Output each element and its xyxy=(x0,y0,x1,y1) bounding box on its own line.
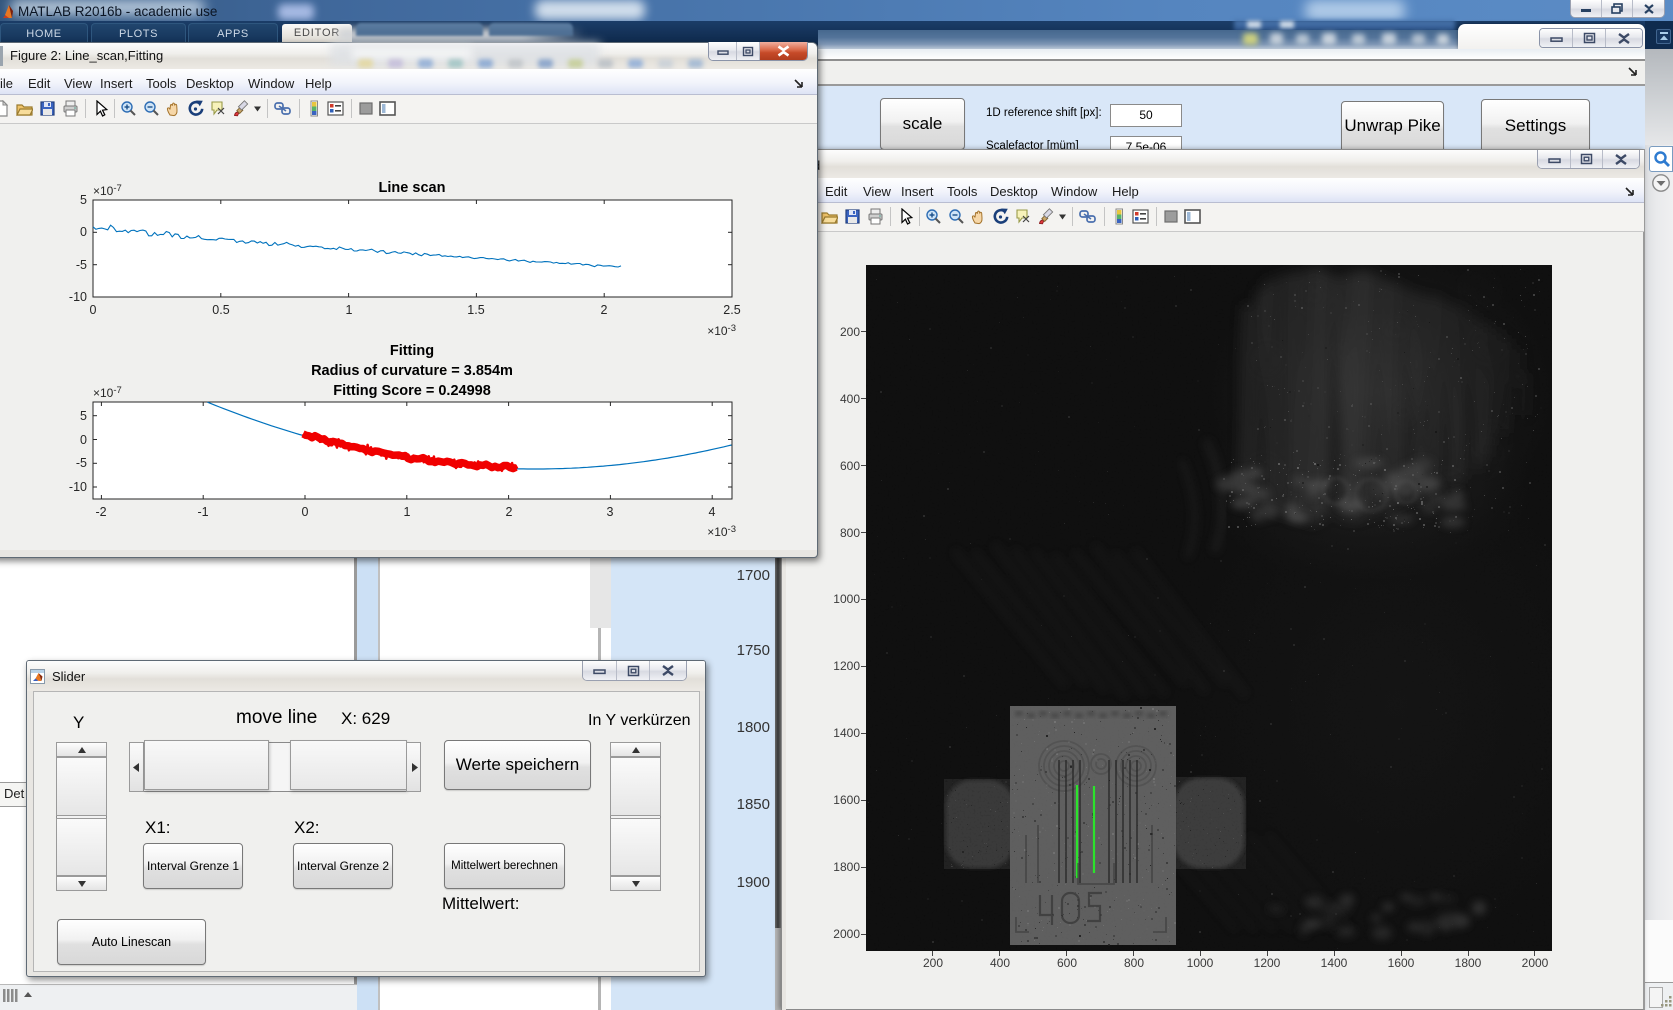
svg-text:0: 0 xyxy=(90,303,97,317)
svg-text:5: 5 xyxy=(80,193,87,207)
svg-text:-10: -10 xyxy=(69,480,87,494)
svg-text:Fitting Score = 0.24998: Fitting Score = 0.24998 xyxy=(333,383,491,399)
svg-text:3: 3 xyxy=(607,505,614,519)
svg-text:Radius of curvature = 3.854m: Radius of curvature = 3.854m xyxy=(311,363,513,379)
svg-text:0: 0 xyxy=(80,225,87,239)
svg-text:2: 2 xyxy=(506,505,513,519)
svg-text:0: 0 xyxy=(302,505,309,519)
svg-text:5: 5 xyxy=(80,409,87,423)
svg-text:-1: -1 xyxy=(197,505,208,519)
svg-text:×10-7: ×10-7 xyxy=(93,183,122,198)
svg-text:Fitting: Fitting xyxy=(390,343,434,359)
svg-text:Line scan: Line scan xyxy=(379,180,446,196)
svg-text:2: 2 xyxy=(601,303,608,317)
svg-text:0.5: 0.5 xyxy=(212,303,229,317)
svg-text:0: 0 xyxy=(80,433,87,447)
svg-text:-10: -10 xyxy=(69,290,87,304)
svg-text:1: 1 xyxy=(404,505,411,519)
svg-text:-5: -5 xyxy=(76,456,87,470)
svg-text:2.5: 2.5 xyxy=(723,303,740,317)
svg-text:4: 4 xyxy=(709,505,716,519)
svg-text:1.5: 1.5 xyxy=(467,303,484,317)
svg-text:×10-3: ×10-3 xyxy=(707,323,736,338)
svg-text:×10-7: ×10-7 xyxy=(93,385,122,400)
svg-text:-2: -2 xyxy=(95,505,106,519)
svg-text:1: 1 xyxy=(346,303,353,317)
svg-text:×10-3: ×10-3 xyxy=(707,524,736,539)
svg-text:-5: -5 xyxy=(76,258,87,272)
